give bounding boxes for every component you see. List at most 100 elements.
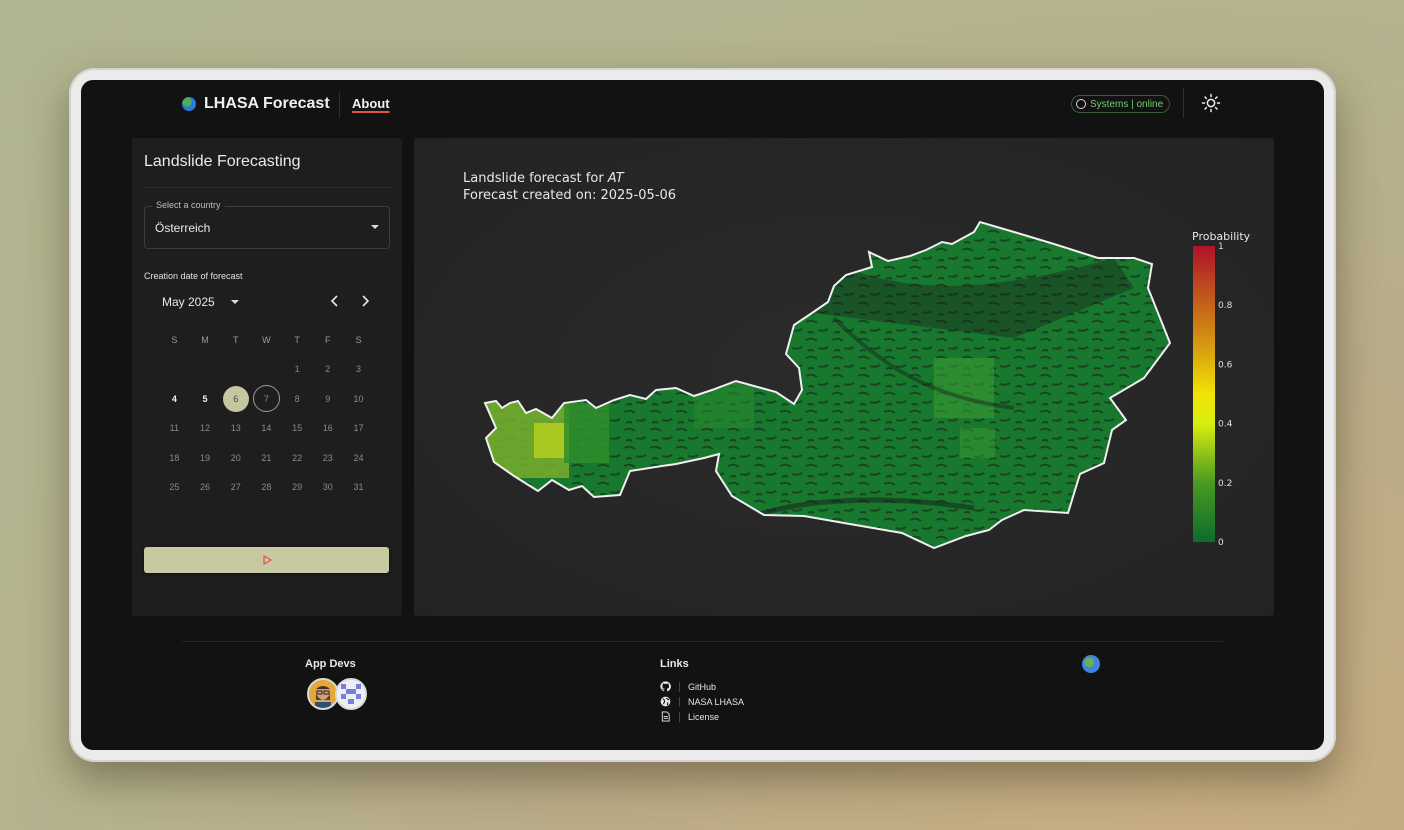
calendar-day-label: 1 (294, 364, 300, 375)
identicon-icon (337, 680, 365, 708)
calendar-day[interactable]: 25 (159, 474, 190, 500)
calendar-day[interactable]: 2 (312, 356, 343, 382)
map-svg[interactable]: Probability 00.20.40.60.81 (414, 138, 1274, 616)
date-picker-label: Creation date of forecast (144, 271, 243, 281)
brand[interactable]: LHASA Forecast (182, 94, 330, 114)
calendar-day[interactable]: 24 (343, 445, 374, 471)
calendar-empty-cell (159, 356, 190, 382)
calendar-day[interactable]: 12 (190, 415, 221, 441)
calendar-day[interactable]: 4 (159, 386, 190, 412)
developer-avatar-2[interactable] (335, 678, 367, 710)
calendar-day-label: 10 (353, 393, 364, 404)
calendar-day[interactable]: 18 (159, 445, 190, 471)
calendar-day[interactable]: 30 (312, 474, 343, 500)
devs-heading: App Devs (305, 658, 356, 670)
calendar-day[interactable]: 20 (220, 445, 251, 471)
colorbar (1193, 246, 1215, 542)
calendar-day[interactable]: 31 (343, 474, 374, 500)
colorbar-ticks: 0 0.2 0.4 0.6 0.8 1 (1218, 242, 1233, 548)
calendar-week-row: 11 12 13 14 15 16 17 (159, 414, 374, 444)
sun-icon[interactable] (1201, 93, 1221, 113)
calendar-day-label: 16 (322, 423, 333, 434)
calendar-day-label: 31 (353, 482, 364, 493)
colorbar-tick-label: 0.6 (1218, 360, 1233, 370)
calendar-day-label: 28 (261, 482, 272, 493)
calendar-day-label: 7 (252, 385, 280, 413)
calendar-month-label[interactable]: May 2025 (162, 295, 215, 309)
country-select[interactable]: Select a country Österreich (144, 200, 390, 249)
calendar-day[interactable]: 10 (343, 386, 374, 412)
control-panel: Landslide Forecasting Select a country Ö… (132, 138, 402, 616)
calendar-day-label: 19 (200, 452, 211, 463)
license-link[interactable]: License (660, 711, 719, 722)
panel-divider (144, 187, 390, 188)
dropdown-caret-icon (371, 225, 379, 229)
link-divider (679, 711, 680, 722)
chevron-left-icon[interactable] (327, 293, 343, 309)
calendar-day[interactable]: 8 (282, 386, 313, 412)
about-link[interactable]: About (352, 96, 390, 111)
calendar-day[interactable]: 13 (220, 415, 251, 441)
web-icon (660, 696, 671, 707)
calendar-day[interactable]: 17 (343, 415, 374, 441)
colorbar-tick-label: 1 (1218, 242, 1224, 252)
calendar-day[interactable]: 19 (190, 445, 221, 471)
play-icon (262, 555, 272, 565)
github-link-label: GitHub (688, 681, 717, 692)
license-link-label: License (688, 711, 720, 722)
colorbar-tick-label: 0.4 (1218, 420, 1233, 430)
calendar-day[interactable]: 15 (282, 415, 313, 441)
calendar-day[interactable]: 23 (312, 445, 343, 471)
calendar-day[interactable]: 1 (282, 356, 313, 382)
nasa-lhasa-link[interactable]: NASA LHASA (660, 696, 744, 707)
calendar-day-label: 29 (292, 482, 303, 493)
app-title: LHASA Forecast (204, 95, 330, 112)
link-divider (679, 681, 680, 692)
calendar-week-row: 4 5 6 7 8 9 10 (159, 384, 374, 414)
chevron-right-icon[interactable] (357, 293, 373, 309)
calendar-empty-cell (220, 356, 251, 382)
calendar-weekday: M (201, 334, 209, 345)
calendar-weekday: S (355, 334, 362, 345)
calendar-day-label: 2 (325, 364, 331, 375)
app-window: LHASA Forecast About Systems | online La… (81, 80, 1324, 750)
calendar-day[interactable]: 3 (343, 356, 374, 382)
calendar-day[interactable]: 29 (282, 474, 313, 500)
nasa-lhasa-link-label: NASA LHASA (688, 696, 745, 707)
document-icon (660, 711, 671, 722)
run-forecast-button[interactable] (144, 547, 389, 573)
calendar-day-label: 26 (200, 482, 211, 493)
calendar-day-label: 12 (200, 423, 211, 434)
calendar-day-today[interactable]: 7 (251, 385, 282, 413)
calendar-weekday: S (171, 334, 178, 345)
calendar-day-label: 4 (171, 393, 177, 404)
calendar-day[interactable]: 14 (251, 415, 282, 441)
header-divider (339, 92, 340, 118)
country-select-value: Österreich (155, 221, 211, 235)
calendar-week-row: 18 19 20 21 22 23 24 (159, 443, 374, 473)
colorbar-tick-label: 0 (1218, 538, 1224, 548)
calendar-day[interactable]: 11 (159, 415, 190, 441)
calendar-weekday-row: SMTWTFS (159, 325, 374, 355)
github-link[interactable]: GitHub (660, 681, 716, 692)
calendar-day-label: 5 (202, 393, 208, 404)
globe-icon (182, 97, 196, 111)
calendar-day-label: 9 (325, 393, 331, 404)
calendar-day-label: 22 (292, 452, 303, 463)
calendar-day[interactable]: 22 (282, 445, 313, 471)
calendar-day-label: 6 (222, 385, 249, 412)
calendar-day[interactable]: 16 (312, 415, 343, 441)
calendar-week-row: 1 2 3 (159, 355, 374, 385)
calendar-day-selected[interactable]: 6 (220, 385, 251, 412)
calendar-day[interactable]: 9 (312, 386, 343, 412)
calendar-day-label: 25 (169, 482, 180, 493)
calendar-day[interactable]: 27 (220, 474, 251, 500)
calendar-day-label: 8 (294, 393, 300, 404)
calendar-day[interactable]: 28 (251, 474, 282, 500)
probability-heatmap (485, 222, 1170, 548)
calendar-day[interactable]: 26 (190, 474, 221, 500)
month-switch-caret-icon[interactable] (231, 300, 239, 304)
calendar-day[interactable]: 5 (190, 386, 221, 412)
calendar-day-label: 30 (322, 482, 333, 493)
calendar-day[interactable]: 21 (251, 445, 282, 471)
